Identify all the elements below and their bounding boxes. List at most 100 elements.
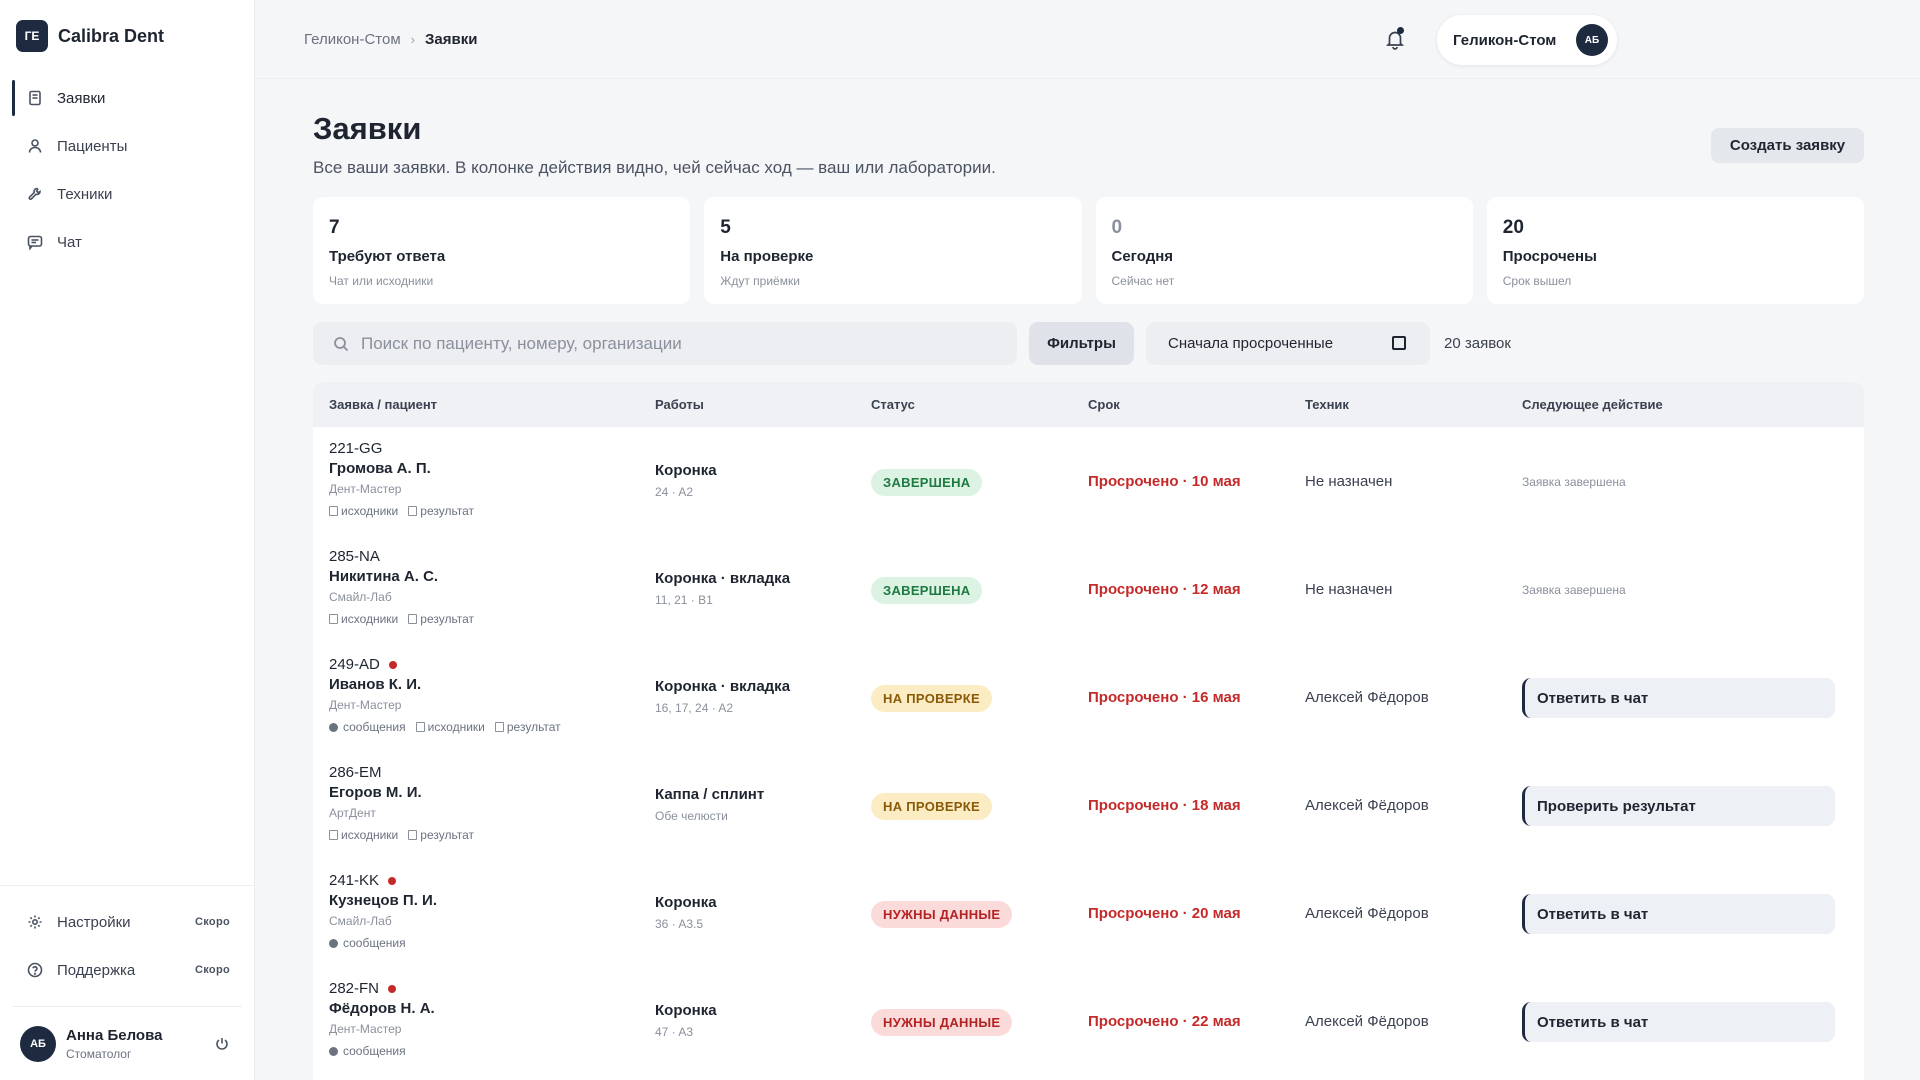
column-header[interactable]: Работы	[655, 397, 704, 412]
sidebar-item-support[interactable]: Поддержка Скоро	[0, 946, 254, 994]
sidebar-item-chat[interactable]: Чат	[0, 218, 254, 266]
breadcrumb-root[interactable]: Геликон-Стом	[304, 31, 401, 48]
column-header[interactable]: Статус	[871, 397, 915, 412]
attachment-tag[interactable]: результат	[408, 504, 474, 518]
brand-logo: ГЕ	[16, 20, 48, 52]
attachment-tag[interactable]: исходники	[329, 504, 398, 518]
work-name: Коронка · вкладка	[655, 678, 791, 695]
sidebar-item-requests[interactable]: Заявки	[0, 74, 254, 122]
request-id: 282-FN	[329, 980, 397, 997]
status-badge: НА ПРОВЕРКЕ	[871, 793, 992, 820]
technician: Алексей Фёдоров	[1305, 905, 1429, 922]
table-row[interactable]: 286-EM Егоров М. И. АртДент исходники ре…	[313, 751, 1864, 859]
attachment-tag[interactable]: исходники	[415, 720, 485, 734]
attachment-tag[interactable]: исходники	[329, 612, 398, 626]
clinic-name: АртДент	[329, 806, 376, 820]
table-row[interactable]: 285-NA Никитина А. С. Смайл-Лаб исходник…	[313, 535, 1864, 643]
reply-chat-button[interactable]: Ответить в чат	[1522, 678, 1835, 718]
due-date: Просрочено · 10 мая	[1088, 473, 1241, 490]
request-id: 285-NA	[329, 548, 380, 565]
column-header[interactable]: Заявка / пациент	[329, 397, 437, 412]
check-result-button[interactable]: Проверить результат	[1522, 786, 1835, 826]
stat-hint: Ждут приёмки	[720, 274, 800, 288]
attachment-tag[interactable]: исходники	[329, 828, 398, 842]
page-title: Заявки	[313, 111, 422, 146]
brand[interactable]: ГЕ Calibra Dent	[0, 0, 254, 72]
attachment-tag[interactable]: результат	[494, 720, 561, 734]
attachment-tag[interactable]: результат	[408, 828, 474, 842]
user-name: Анна Белова	[66, 1026, 163, 1044]
attachment-tags: исходники результат	[329, 612, 474, 626]
search-input[interactable]	[361, 333, 981, 354]
request-id: 241-KK	[329, 872, 397, 889]
avatar[interactable]: АБ	[20, 1025, 56, 1062]
clinic-name: Смайл-Лаб	[329, 914, 392, 928]
clinic-name: Дент-Мастер	[329, 482, 402, 496]
status-badge: НА ПРОВЕРКЕ	[871, 685, 992, 712]
attachment-tag[interactable]: результат	[408, 612, 474, 626]
sidebar-item-label: Заявки	[57, 89, 106, 107]
attachment-tags: сообщения исходники результат	[329, 720, 561, 734]
work-detail: 36 · A3.5	[655, 917, 704, 931]
patient-name: Никитина А. С.	[329, 568, 439, 585]
request-count: 20 заявок	[1444, 335, 1511, 352]
file-icon	[408, 830, 418, 840]
stat-card-today[interactable]: 0 Сегодня Сейчас нет	[1095, 197, 1473, 304]
unread-dot	[388, 984, 397, 993]
file-icon	[408, 614, 418, 624]
column-header[interactable]: Срок	[1088, 397, 1120, 412]
clinic-name: Смайл-Лаб	[329, 590, 392, 604]
message-dot-icon	[329, 722, 338, 732]
request-id: 249-AD	[329, 656, 397, 673]
stat-label: Просрочены	[1502, 248, 1597, 265]
filters-button[interactable]: Фильтры	[1029, 322, 1134, 365]
column-header[interactable]: Следующее действие	[1522, 397, 1663, 412]
breadcrumb: Геликон-Стом › Заявки	[304, 31, 477, 48]
next-action-text: Заявка завершена	[1522, 475, 1626, 489]
overdue-first-checkbox[interactable]	[1392, 336, 1406, 350]
reply-chat-button[interactable]: Ответить в чат	[1522, 894, 1835, 934]
file-icon	[408, 506, 418, 516]
work-name: Каппа / сплинт	[655, 786, 765, 803]
patient-name: Егоров М. И.	[329, 784, 422, 801]
user-icon	[28, 139, 42, 153]
status-badge: НУЖНЫ ДАННЫЕ	[871, 1009, 1013, 1036]
power-icon[interactable]	[214, 1036, 230, 1052]
work-detail: 47 · A3	[655, 1025, 694, 1039]
create-request-button[interactable]: Создать заявку	[1711, 128, 1864, 163]
work-name: Коронка	[655, 462, 717, 479]
messages-tag[interactable]: сообщения	[329, 720, 406, 734]
sidebar: ГЕ Calibra Dent Заявки Пациенты Техники …	[0, 0, 255, 1080]
status-badge: НУЖНЫ ДАННЫЕ	[871, 901, 1013, 928]
messages-tag[interactable]: сообщения	[329, 936, 406, 950]
table-row[interactable]: 241-KK Кузнецов П. И. Смайл-Лаб сообщени…	[313, 859, 1864, 967]
file-icon	[329, 614, 338, 624]
stat-hint: Чат или исходники	[329, 274, 434, 288]
work-cell: Каппа / сплинт Обе челюсти	[655, 786, 764, 823]
table-row[interactable]: 282-FN Фёдоров Н. А. Дент-Мастер сообщен…	[313, 967, 1864, 1075]
overdue-first-toggle[interactable]: Сначала просроченные	[1146, 322, 1430, 365]
table-row[interactable]: 249-AD Иванов К. И. Дент-Мастер сообщени…	[313, 643, 1864, 751]
stat-card-overdue[interactable]: 20 Просрочены Срок вышел	[1486, 197, 1864, 304]
brand-name: Calibra Dent	[58, 25, 165, 46]
work-name: Коронка	[655, 1002, 717, 1019]
request-id: 286-EM	[329, 764, 382, 781]
message-dot-icon	[329, 938, 338, 948]
org-switcher[interactable]: Геликон-Стом АБ	[1437, 15, 1617, 65]
stat-card-in-review[interactable]: 5 На проверке Ждут приёмки	[704, 197, 1082, 304]
stat-label: Сегодня	[1111, 248, 1174, 265]
messages-tag[interactable]: сообщения	[329, 1044, 406, 1058]
document-icon	[29, 90, 41, 106]
work-detail: 24 · A2	[655, 485, 694, 499]
reply-chat-button[interactable]: Ответить в чат	[1522, 1002, 1835, 1042]
due-date: Просрочено · 18 мая	[1088, 797, 1241, 814]
sidebar-item-technicians[interactable]: Техники	[0, 170, 254, 218]
column-header[interactable]: Техник	[1305, 397, 1349, 412]
stat-label: Требуют ответа	[329, 248, 446, 265]
stat-card-needs-reply[interactable]: 7 Требуют ответа Чат или исходники	[313, 197, 691, 304]
patient-name: Иванов К. И.	[329, 676, 422, 693]
stat-label: На проверке	[720, 248, 814, 265]
table-row[interactable]: 221-GG Громова А. П. Дент-Мастер исходни…	[313, 427, 1864, 535]
sidebar-item-patients[interactable]: Пациенты	[0, 122, 254, 170]
sidebar-item-settings[interactable]: Настройки Скоро	[0, 898, 254, 946]
